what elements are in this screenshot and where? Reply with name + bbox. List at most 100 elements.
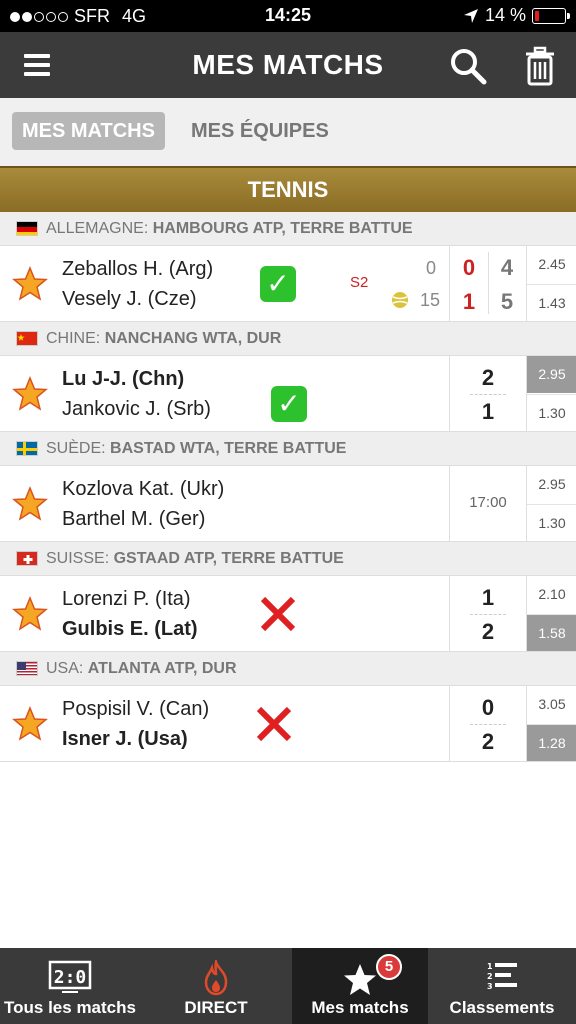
star-icon[interactable] <box>12 486 48 522</box>
battery-area: 14 % <box>463 5 570 26</box>
match-row[interactable]: Zeballos H. (Arg) Vesely J. (Cze) ✓ S2 0… <box>0 246 576 322</box>
score-player-2: 2 <box>481 619 495 644</box>
odds-cell: 3.05 1.28 <box>526 686 576 761</box>
tab-classements[interactable]: 1 2 3 Classements <box>428 948 576 1024</box>
score-player-1: 0 <box>481 695 495 720</box>
app-header: MES MATCHS <box>0 32 576 98</box>
player-1-name: Zeballos H. (Arg) <box>62 258 214 280</box>
score-cell: 0 2 <box>449 686 525 761</box>
star-icon[interactable] <box>12 376 48 412</box>
league-country: USA: <box>46 659 84 677</box>
usa-flag-icon <box>16 661 38 676</box>
player-2-name: Barthel M. (Ger) <box>62 508 206 530</box>
odds-player-2[interactable]: 1.43 <box>527 284 576 321</box>
svg-text:2: 2 <box>487 972 493 981</box>
player-1-name: Lorenzi P. (Ita) <box>62 588 191 610</box>
player-2-name: Isner J. (Usa) <box>62 728 188 750</box>
game-points-1: 0 <box>425 258 436 278</box>
league-name: ATLANTA ATP, DUR <box>87 659 237 677</box>
match-row[interactable]: Pospisil V. (Can) Isner J. (Usa) 0 2 3.0… <box>0 686 576 762</box>
odds-cell: 2.10 1.58 <box>526 576 576 651</box>
score-player-2: 2 <box>481 729 495 754</box>
cross-icon <box>256 706 292 742</box>
score-player-1: 2 <box>481 365 495 390</box>
germany-flag-icon <box>16 221 38 236</box>
odds-player-2[interactable]: 1.30 <box>527 504 576 541</box>
svg-text:3: 3 <box>487 982 493 991</box>
segment-tabs: MES MATCHS MES ÉQUIPES <box>0 98 576 166</box>
star-icon[interactable] <box>12 266 48 302</box>
player-2-name: Gulbis E. (Lat) <box>62 618 198 640</box>
league-header[interactable]: CHINE: NANCHANG WTA, DUR <box>0 322 576 356</box>
league-header[interactable]: SUISSE: GSTAAD ATP, TERRE BATTUE <box>0 542 576 576</box>
page-title: MES MATCHS <box>192 49 384 80</box>
player-1-name: Lu J-J. (Chn) <box>62 368 185 390</box>
tab-tous-les-matchs[interactable]: 2:0 Tous les matchs <box>0 948 140 1024</box>
tab-mes-equipes[interactable]: MES ÉQUIPES <box>181 112 339 150</box>
notification-badge: 5 <box>376 954 402 980</box>
china-flag-icon <box>16 331 38 346</box>
scoreboard-icon: 2:0 <box>48 960 92 993</box>
sweden-flag-icon <box>16 441 38 456</box>
odds-player-1[interactable]: 3.05 <box>527 686 576 723</box>
set-score-2: 5 <box>500 289 514 314</box>
trash-icon[interactable] <box>524 46 556 86</box>
bottom-tab-bar: 2:0 Tous les matchs DIRECT 5 Mes matchs … <box>0 948 576 1024</box>
league-header[interactable]: SUÈDE: BASTAD WTA, TERRE BATTUE <box>0 432 576 466</box>
player-2-name: Jankovic J. (Srb) <box>62 398 211 420</box>
league-name: HAMBOURG ATP, TERRE BATTUE <box>152 219 413 237</box>
tab-mes-matchs-bottom[interactable]: 5 Mes matchs <box>292 948 428 1024</box>
odds-cell: 2.95 1.30 <box>526 356 576 431</box>
odds-player-2[interactable]: 1.28 <box>527 724 576 761</box>
set-label: S2 <box>350 274 369 291</box>
match-row[interactable]: Kozlova Kat. (Ukr) Barthel M. (Ger) 17:0… <box>0 466 576 542</box>
status-bar: SFR 4G 14:25 14 % <box>0 0 576 32</box>
score-cell: 17:00 <box>449 466 525 541</box>
set-score-1: 4 <box>500 255 514 280</box>
tab-mes-matchs[interactable]: MES MATCHS <box>12 112 165 150</box>
odds-player-2[interactable]: 1.30 <box>527 394 576 431</box>
battery-icon <box>532 7 570 24</box>
odds-player-1[interactable]: 2.45 <box>527 246 576 283</box>
sport-section-header: TENNIS <box>0 166 576 212</box>
score-player-2: 1 <box>481 399 495 424</box>
league-header[interactable]: ALLEMAGNE: HAMBOURG ATP, TERRE BATTUE <box>0 212 576 246</box>
check-icon: ✓ <box>260 266 296 302</box>
star-icon[interactable] <box>12 596 48 632</box>
flame-icon <box>204 960 228 996</box>
league-name: GSTAAD ATP, TERRE BATTUE <box>113 549 344 567</box>
switzerland-flag-icon <box>16 551 38 566</box>
svg-text:2:0: 2:0 <box>54 967 87 988</box>
player-1-name: Pospisil V. (Can) <box>62 698 210 720</box>
odds-cell: 2.95 1.30 <box>526 466 576 541</box>
league-country: ALLEMAGNE: <box>46 219 149 237</box>
serve-ball-icon <box>392 292 408 308</box>
tab-direct[interactable]: DIRECT <box>140 948 292 1024</box>
check-icon: ✓ <box>271 386 307 422</box>
league-name: BASTAD WTA, TERRE BATTUE <box>110 439 347 457</box>
score-cell: 0 1 4 5 <box>449 246 525 321</box>
match-row[interactable]: Lorenzi P. (Ita) Gulbis E. (Lat) 1 2 2.1… <box>0 576 576 652</box>
player-2-name: Vesely J. (Cze) <box>62 288 197 310</box>
tab-label: DIRECT <box>184 998 248 1017</box>
league-country: SUÈDE: <box>46 439 106 457</box>
odds-cell: 2.45 1.43 <box>526 246 576 321</box>
search-icon[interactable] <box>448 46 488 86</box>
tab-label: Tous les matchs <box>4 998 136 1017</box>
league-country: CHINE: <box>46 329 101 347</box>
match-row[interactable]: Lu J-J. (Chn) Jankovic J. (Srb) ✓ 2 1 2.… <box>0 356 576 432</box>
current-set-score-1: 0 <box>462 255 476 280</box>
star-icon[interactable] <box>12 706 48 742</box>
odds-player-1[interactable]: 2.95 <box>527 356 576 393</box>
score-cell: 2 1 <box>449 356 525 431</box>
league-name: NANCHANG WTA, DUR <box>104 329 282 347</box>
odds-player-1[interactable]: 2.95 <box>527 466 576 503</box>
cross-icon <box>260 596 296 632</box>
odds-player-1[interactable]: 2.10 <box>527 576 576 613</box>
player-1-name: Kozlova Kat. (Ukr) <box>62 478 225 500</box>
game-points-2: 15 <box>419 290 440 310</box>
star-icon <box>344 964 376 995</box>
league-header[interactable]: USA: ATLANTA ATP, DUR <box>0 652 576 686</box>
tab-label: Classements <box>449 998 555 1017</box>
odds-player-2[interactable]: 1.58 <box>527 614 576 651</box>
